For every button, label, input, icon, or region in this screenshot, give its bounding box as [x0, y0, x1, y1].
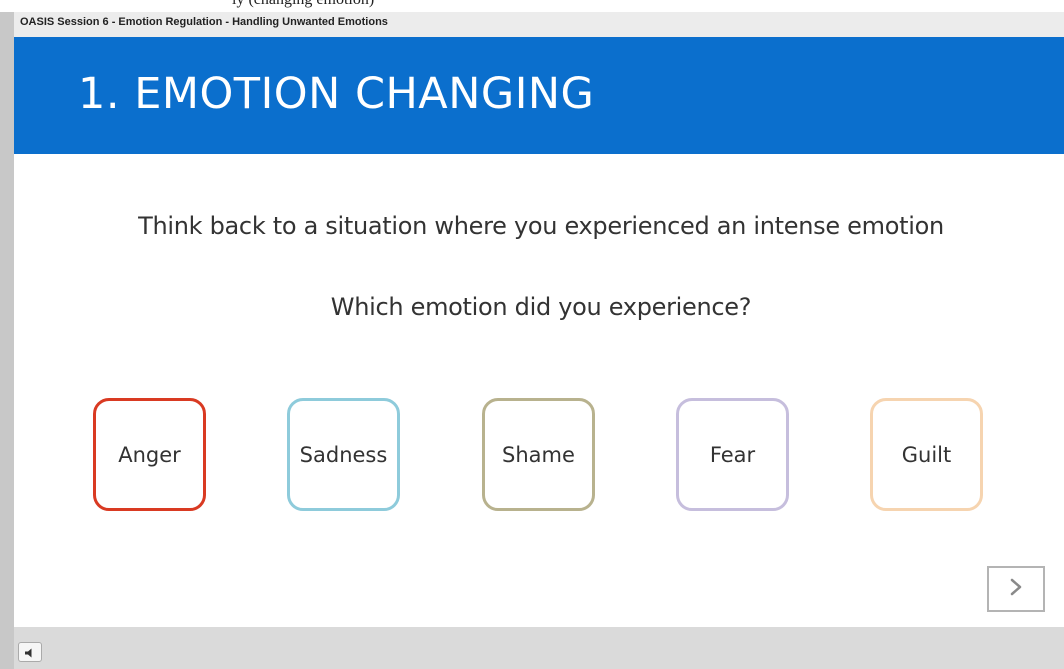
session-title: OASIS Session 6 - Emotion Regulation - H… [20, 16, 388, 28]
speaker-icon [24, 643, 36, 662]
option-anger[interactable]: Anger [93, 398, 206, 511]
left-edge-border [0, 12, 14, 669]
slide-header: 1. EMOTION CHANGING [14, 37, 1064, 154]
option-guilt[interactable]: Guilt [870, 398, 983, 511]
option-fear[interactable]: Fear [676, 398, 789, 511]
player-control-bar [14, 627, 1064, 669]
option-sadness[interactable]: Sadness [287, 398, 400, 511]
audio-toggle-button[interactable] [18, 642, 42, 662]
presentation-window: ly (changing emotion) OASIS Session 6 - … [0, 0, 1064, 669]
prompt-question: Which emotion did you experience? [330, 293, 752, 321]
option-shame[interactable]: Shame [482, 398, 595, 511]
page-top-strip: ly (changing emotion) [0, 0, 1064, 12]
next-button[interactable] [987, 566, 1045, 612]
page-top-fragment: ly (changing emotion) [232, 0, 374, 9]
session-title-bar: OASIS Session 6 - Emotion Regulation - H… [14, 12, 1064, 37]
slide: 1. EMOTION CHANGING Think back to a situ… [14, 37, 1064, 627]
prompt-situation: Think back to a situation where you expe… [138, 212, 944, 240]
slide-title: 1. EMOTION CHANGING [78, 69, 595, 119]
chevron-right-icon [1008, 577, 1024, 601]
